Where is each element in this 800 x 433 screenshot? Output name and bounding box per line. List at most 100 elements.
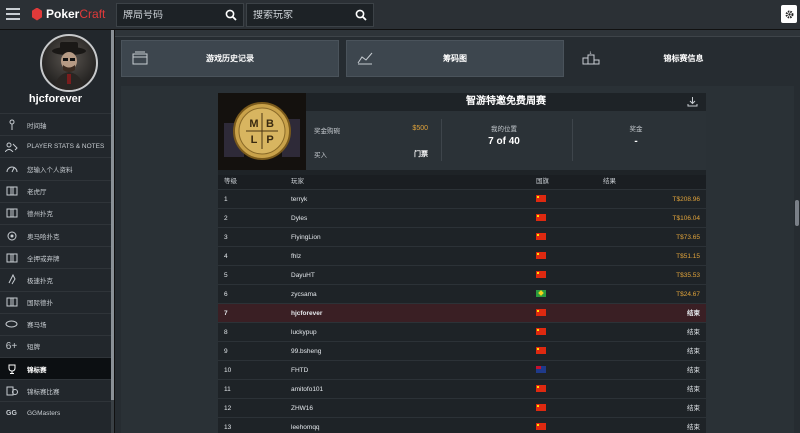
table-row[interactable]: 12 ZHW16 结束 <box>218 398 706 417</box>
sidebar-item-tournaments[interactable]: 锦标赛 <box>0 357 111 380</box>
rank-cell: 4 <box>224 253 228 260</box>
country-flag-icon <box>536 380 546 399</box>
player-search-input[interactable] <box>253 9 343 21</box>
rank-cell: 10 <box>224 367 232 374</box>
table-row[interactable]: 5 DayuHT T$35.53 <box>218 265 706 284</box>
player-cell[interactable]: 99.bsheng <box>291 342 321 361</box>
country-flag-icon <box>536 247 546 266</box>
rank-cell: 3 <box>224 234 228 241</box>
svg-text:P: P <box>266 134 273 146</box>
avatar[interactable] <box>40 34 98 92</box>
player-cell[interactable]: ZHW16 <box>291 399 313 418</box>
table-row[interactable]: 4 fhlz T$51.15 <box>218 246 706 265</box>
country-flag-icon <box>536 304 546 323</box>
result-cell: 结束 <box>687 348 700 355</box>
gg-icon: GG <box>6 409 17 417</box>
rank-cell: 6 <box>224 291 228 298</box>
result-cell: 结束 <box>687 386 700 393</box>
player-cell[interactable]: luckypup <box>291 323 317 342</box>
sidebar-item-holdem[interactable]: 德州扑克 <box>0 201 111 224</box>
racetrack-icon <box>5 319 18 330</box>
sidebar-item-omaha[interactable]: 奥马哈扑克 <box>0 223 111 246</box>
player-cell[interactable]: DayuHT <box>291 266 315 285</box>
speedometer-icon <box>5 163 18 174</box>
player-cell[interactable]: FlyingLion <box>291 228 321 247</box>
sidebar-item-tournament-games[interactable]: 锦标赛比赛 <box>0 379 111 401</box>
table-row[interactable]: 8 luckypup 结束 <box>218 322 706 341</box>
table-row[interactable]: 7 hjcforever 结束 <box>218 303 706 322</box>
sidebar-item-racetrack[interactable]: 赛马场 <box>0 312 111 335</box>
country-flag-icon <box>536 323 546 342</box>
table-row[interactable]: 13 leehomqq 结束 <box>218 417 706 433</box>
hand-number-search[interactable] <box>116 3 244 27</box>
tab-chip-chart[interactable]: 筹码图 <box>346 40 564 77</box>
sidebar-item-ggmasters[interactable]: GG GGMasters <box>0 401 111 423</box>
column-country[interactable]: 国旗 <box>536 175 549 189</box>
table-row[interactable]: 6 zycsama T$24.67 <box>218 284 706 303</box>
table-row[interactable]: 10 FHTD 结束 <box>218 360 706 379</box>
player-cell[interactable]: fhlz <box>291 247 301 266</box>
player-cell[interactable]: terryk <box>291 190 307 209</box>
sidebar-item-lobby[interactable]: 老虎厅 <box>0 179 111 202</box>
table-row[interactable]: 9 99.bsheng 结束 <box>218 341 706 360</box>
sidebar-item-short-deck[interactable]: 6+ 短牌 <box>0 334 111 357</box>
rank-cell: 2 <box>224 215 228 222</box>
sidebar-item-rush[interactable]: 极速扑克 <box>0 268 111 290</box>
column-rank[interactable]: 等级 <box>224 175 237 189</box>
rank-cell: 9 <box>224 348 228 355</box>
result-cell: T$24.67 <box>676 291 700 298</box>
table-row[interactable]: 11 amitofo101 结束 <box>218 379 706 398</box>
intl-cards-icon <box>5 297 18 308</box>
result-cell: 结束 <box>687 424 700 431</box>
rank-cell: 7 <box>224 310 228 317</box>
result-cell: T$106.04 <box>672 215 700 222</box>
app-logo: PokerCraft <box>32 7 105 21</box>
sidebar-scrollbar[interactable] <box>111 30 114 433</box>
timeline-icon <box>5 119 18 131</box>
sidebar-item-timeline[interactable]: 时间轴 <box>0 113 111 135</box>
podium-icon: 1 <box>582 51 600 65</box>
player-cell[interactable]: hjcforever <box>291 304 322 323</box>
search-icon[interactable] <box>225 9 237 21</box>
sidebar-item-profile[interactable]: 您输入个人资料 <box>0 157 111 179</box>
result-cell: T$208.96 <box>672 196 700 203</box>
rank-cell: 11 <box>224 386 231 393</box>
rank-cell: 12 <box>224 405 232 412</box>
table-row[interactable]: 1 terryk T$208.96 <box>218 189 706 208</box>
sidebar-scrollbar-thumb[interactable] <box>111 30 114 400</box>
prize-value: - <box>634 136 638 147</box>
sidebar-item-allin[interactable]: 全押或弃牌 <box>0 246 111 268</box>
svg-text:M: M <box>249 118 258 130</box>
player-cell[interactable]: leehomqq <box>291 418 320 433</box>
search-icon[interactable] <box>355 9 367 21</box>
main-scrollbar[interactable] <box>795 200 799 226</box>
omaha-icon <box>5 230 18 241</box>
hamburger-menu-icon[interactable] <box>6 8 20 20</box>
result-cell: T$73.65 <box>676 234 700 241</box>
svg-text:L: L <box>251 134 258 146</box>
download-icon[interactable] <box>687 96 698 107</box>
settings-gear-button[interactable] <box>781 5 797 23</box>
country-flag-icon <box>536 399 546 418</box>
sidebar-item-player-stats[interactable]: PLAYER STATS & NOTES <box>0 135 111 157</box>
country-flag-icon <box>536 190 546 209</box>
hand-number-input[interactable] <box>123 9 213 21</box>
results-table-body: 1 terryk T$208.96 2 Dyles T$106.04 3 FlyingLion… <box>218 189 706 433</box>
table-row[interactable]: 2 Dyles T$106.04 <box>218 208 706 227</box>
mblp-coin-logo-icon: M B L P <box>218 93 306 170</box>
player-cell[interactable]: amitofo101 <box>291 380 323 399</box>
player-cell[interactable]: FHTD <box>291 361 308 380</box>
column-result[interactable]: 结果 <box>603 175 616 189</box>
sidebar-item-intl[interactable]: 国际德扑 <box>0 290 111 313</box>
results-table-header: 等级 玩家 国旗 结果 <box>218 175 706 189</box>
player-cell[interactable]: zycsama <box>291 285 317 304</box>
player-cell[interactable]: Dyles <box>291 209 307 228</box>
tab-tournament-info[interactable]: 1 锦标赛信息 <box>571 40 796 77</box>
result-cell: 结束 <box>687 367 700 374</box>
tab-game-history[interactable]: 游戏历史记录 <box>121 40 339 77</box>
column-player[interactable]: 玩家 <box>291 175 304 189</box>
table-row[interactable]: 3 FlyingLion T$73.65 <box>218 227 706 246</box>
result-cell: 结束 <box>687 310 700 317</box>
player-search[interactable] <box>246 3 374 27</box>
buyin-label: 奖金购碗 <box>314 128 340 135</box>
